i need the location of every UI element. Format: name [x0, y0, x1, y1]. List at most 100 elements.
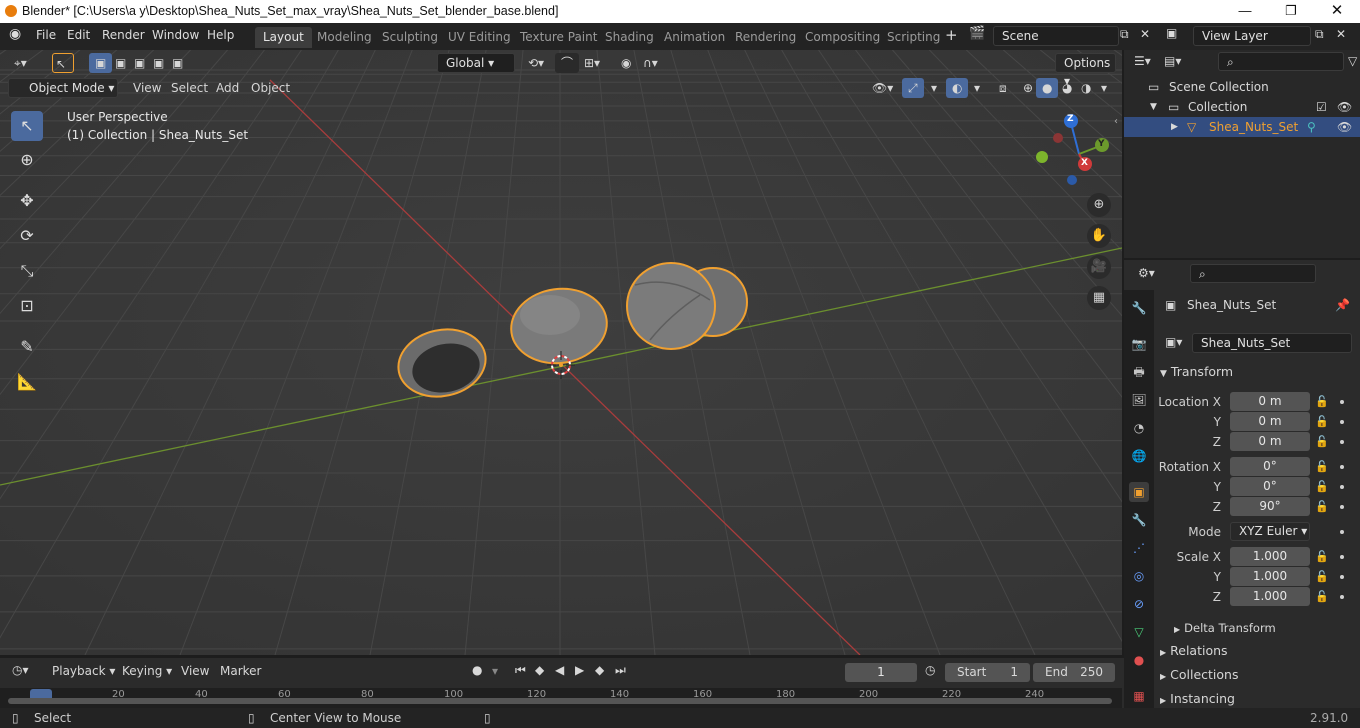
menu-add[interactable]: Add	[210, 78, 245, 98]
rotation-x-field[interactable]: 0°	[1230, 457, 1310, 476]
timeline-view-menu[interactable]: View	[181, 664, 209, 678]
menu-view[interactable]: View	[127, 78, 167, 98]
close-button[interactable]: ✕	[1314, 0, 1360, 23]
move-tool-icon[interactable]: ✥	[11, 186, 43, 216]
data-tab-icon[interactable]: ▽	[1129, 622, 1149, 642]
world-tab-icon[interactable]: 🌐	[1129, 446, 1149, 466]
object-name-field[interactable]: Shea_Nuts_Set	[1192, 333, 1352, 353]
keyframe-dot-icon[interactable]	[1340, 595, 1344, 599]
remove-scene-icon[interactable]: ✕	[1140, 27, 1150, 41]
location-x-field[interactable]: 0 m	[1230, 392, 1310, 411]
menu-render[interactable]: Render	[102, 28, 145, 42]
collection-checkbox[interactable]: ☑	[1316, 97, 1327, 117]
rotation-y-field[interactable]: 0°	[1230, 477, 1310, 496]
scale-y-field[interactable]: 1.000	[1230, 567, 1310, 586]
timeline-ruler[interactable]: 20 40 60 80 100 120 140 160 180 200 220 240	[0, 688, 1122, 708]
cursor-tool-icon[interactable]: ⊕	[11, 145, 43, 175]
transform-tool-icon[interactable]: ⊡	[11, 291, 43, 321]
shading-dropdown-icon[interactable]: ▾	[1095, 78, 1113, 98]
scale-x-field[interactable]: 1.000	[1230, 547, 1310, 566]
preview-range-icon[interactable]: ◷	[925, 663, 935, 677]
tab-animation[interactable]: Animation	[656, 27, 733, 48]
scene-field[interactable]: Scene	[993, 26, 1119, 46]
editor-type-button[interactable]: ⌖▾	[8, 53, 33, 73]
render-tab-icon[interactable]: 📷	[1129, 334, 1149, 354]
outliner-scene-collection[interactable]: ▭ Scene Collection	[1124, 77, 1360, 97]
tab-shading[interactable]: Shading	[597, 27, 662, 48]
copy-scene-icon[interactable]: ⧉	[1120, 27, 1129, 42]
rotation-mode-dropdown[interactable]: XYZ Euler ▾	[1230, 522, 1310, 541]
lock-location-y-icon[interactable]: 🔓	[1315, 415, 1329, 428]
measure-tool-icon[interactable]: 📐	[11, 367, 43, 397]
scene-icon[interactable]: 🎬	[969, 26, 985, 41]
expand-arrow-icon[interactable]: ▶	[1171, 117, 1178, 137]
transform-panel-header[interactable]: ▼ Transform	[1160, 361, 1356, 383]
xray-icon[interactable]: ⧈	[993, 78, 1013, 98]
collapse-arrow-icon[interactable]: ▼	[1150, 97, 1157, 117]
timeline-editor-type-icon[interactable]: ◷▾	[12, 663, 29, 677]
modifier-tab-icon[interactable]: 🔧	[1129, 510, 1149, 530]
rotation-z-field[interactable]: 90°	[1230, 497, 1310, 516]
tab-scripting[interactable]: Scripting	[879, 27, 948, 48]
texture-tab-icon[interactable]: ▦	[1129, 686, 1149, 706]
keyframe-dot-icon[interactable]	[1340, 505, 1344, 509]
auto-keying-icon[interactable]: ●	[472, 663, 482, 677]
scale-z-field[interactable]: 1.000	[1230, 587, 1310, 606]
view-layer-icon[interactable]: ▣	[1166, 26, 1177, 40]
start-frame-field[interactable]: Start 1	[945, 663, 1030, 682]
zoom-icon[interactable]: ⊕	[1087, 193, 1111, 217]
select-box-tool-icon[interactable]: ↖	[11, 111, 43, 141]
physics-tab-icon[interactable]: ◎	[1129, 566, 1149, 586]
constraints-tab-icon[interactable]: ⊘	[1129, 594, 1149, 614]
marker-menu[interactable]: Marker	[220, 664, 261, 678]
keying-set-dropdown-icon[interactable]: ▾	[492, 664, 498, 678]
collection-visibility-icon[interactable]: 👁	[1337, 97, 1352, 117]
falloff-icon[interactable]: ∩▾	[637, 53, 664, 73]
keyframe-dot-icon[interactable]	[1340, 555, 1344, 559]
delta-transform-panel[interactable]: ▶ Delta Transform	[1174, 617, 1354, 639]
tab-modeling[interactable]: Modeling	[309, 27, 380, 48]
location-z-field[interactable]: 0 m	[1230, 432, 1310, 451]
keyframe-dot-icon[interactable]	[1340, 485, 1344, 489]
relations-panel[interactable]: ▶ Relations	[1160, 640, 1356, 662]
menu-file[interactable]: File	[36, 28, 56, 42]
lock-scale-x-icon[interactable]: 🔓	[1315, 550, 1329, 563]
lock-scale-y-icon[interactable]: 🔓	[1315, 570, 1329, 583]
scene-tab-icon[interactable]: ◔	[1129, 418, 1149, 438]
object-visibility-icon[interactable]: 👁	[1337, 117, 1352, 137]
gizmo-toggle-icon[interactable]: ⤢	[902, 78, 924, 98]
gizmo-x-label[interactable]: X	[1081, 158, 1088, 168]
particles-tab-icon[interactable]: ⋰	[1129, 538, 1149, 558]
tab-uv-editing[interactable]: UV Editing	[440, 27, 519, 48]
minimize-button[interactable]: —	[1222, 0, 1268, 23]
filter-icon[interactable]: ▽	[1348, 54, 1357, 68]
instancing-panel[interactable]: ▶ Instancing	[1160, 688, 1356, 710]
lock-location-x-icon[interactable]: 🔓	[1315, 395, 1329, 408]
tool-tab-icon[interactable]: 🔧	[1129, 298, 1149, 318]
jump-start-icon[interactable]: ⏮	[515, 663, 526, 678]
add-workspace-icon[interactable]: +	[945, 26, 958, 44]
menu-help[interactable]: Help	[207, 28, 234, 42]
end-frame-field[interactable]: End 250	[1033, 663, 1115, 682]
copy-view-layer-icon[interactable]: ⧉	[1315, 27, 1324, 42]
keyframe-dot-icon[interactable]	[1340, 400, 1344, 404]
modifier-icon[interactable]: ⚲	[1307, 117, 1316, 137]
options-dropdown[interactable]: Options ▾	[1055, 53, 1116, 88]
overlay-dropdown-icon[interactable]: ▾	[968, 78, 986, 98]
play-icon[interactable]: ▶	[575, 663, 584, 677]
pin-icon[interactable]: 📌	[1335, 298, 1350, 312]
object-data-icon[interactable]: ▣▾	[1165, 335, 1182, 349]
sidebar-toggle-icon[interactable]: ‹	[1114, 116, 1118, 127]
properties-editor-type-icon[interactable]: ⚙▾	[1138, 266, 1155, 280]
camera-view-icon[interactable]: 🎥	[1087, 255, 1111, 279]
lock-rotation-y-icon[interactable]: 🔓	[1315, 480, 1329, 493]
outliner-editor-type-icon[interactable]: ☰▾	[1134, 54, 1151, 68]
tab-compositing[interactable]: Compositing	[797, 27, 888, 48]
remove-view-layer-icon[interactable]: ✕	[1336, 27, 1346, 41]
proportional-edit-icon[interactable]: ◉	[615, 53, 637, 73]
playback-menu[interactable]: Playback ▾	[52, 664, 115, 678]
snap-icon[interactable]: ⌒	[555, 53, 580, 73]
gizmo-z-label[interactable]: Z	[1067, 114, 1074, 124]
keyframe-dot-icon[interactable]	[1340, 440, 1344, 444]
material-tab-icon[interactable]: ●	[1129, 650, 1149, 670]
